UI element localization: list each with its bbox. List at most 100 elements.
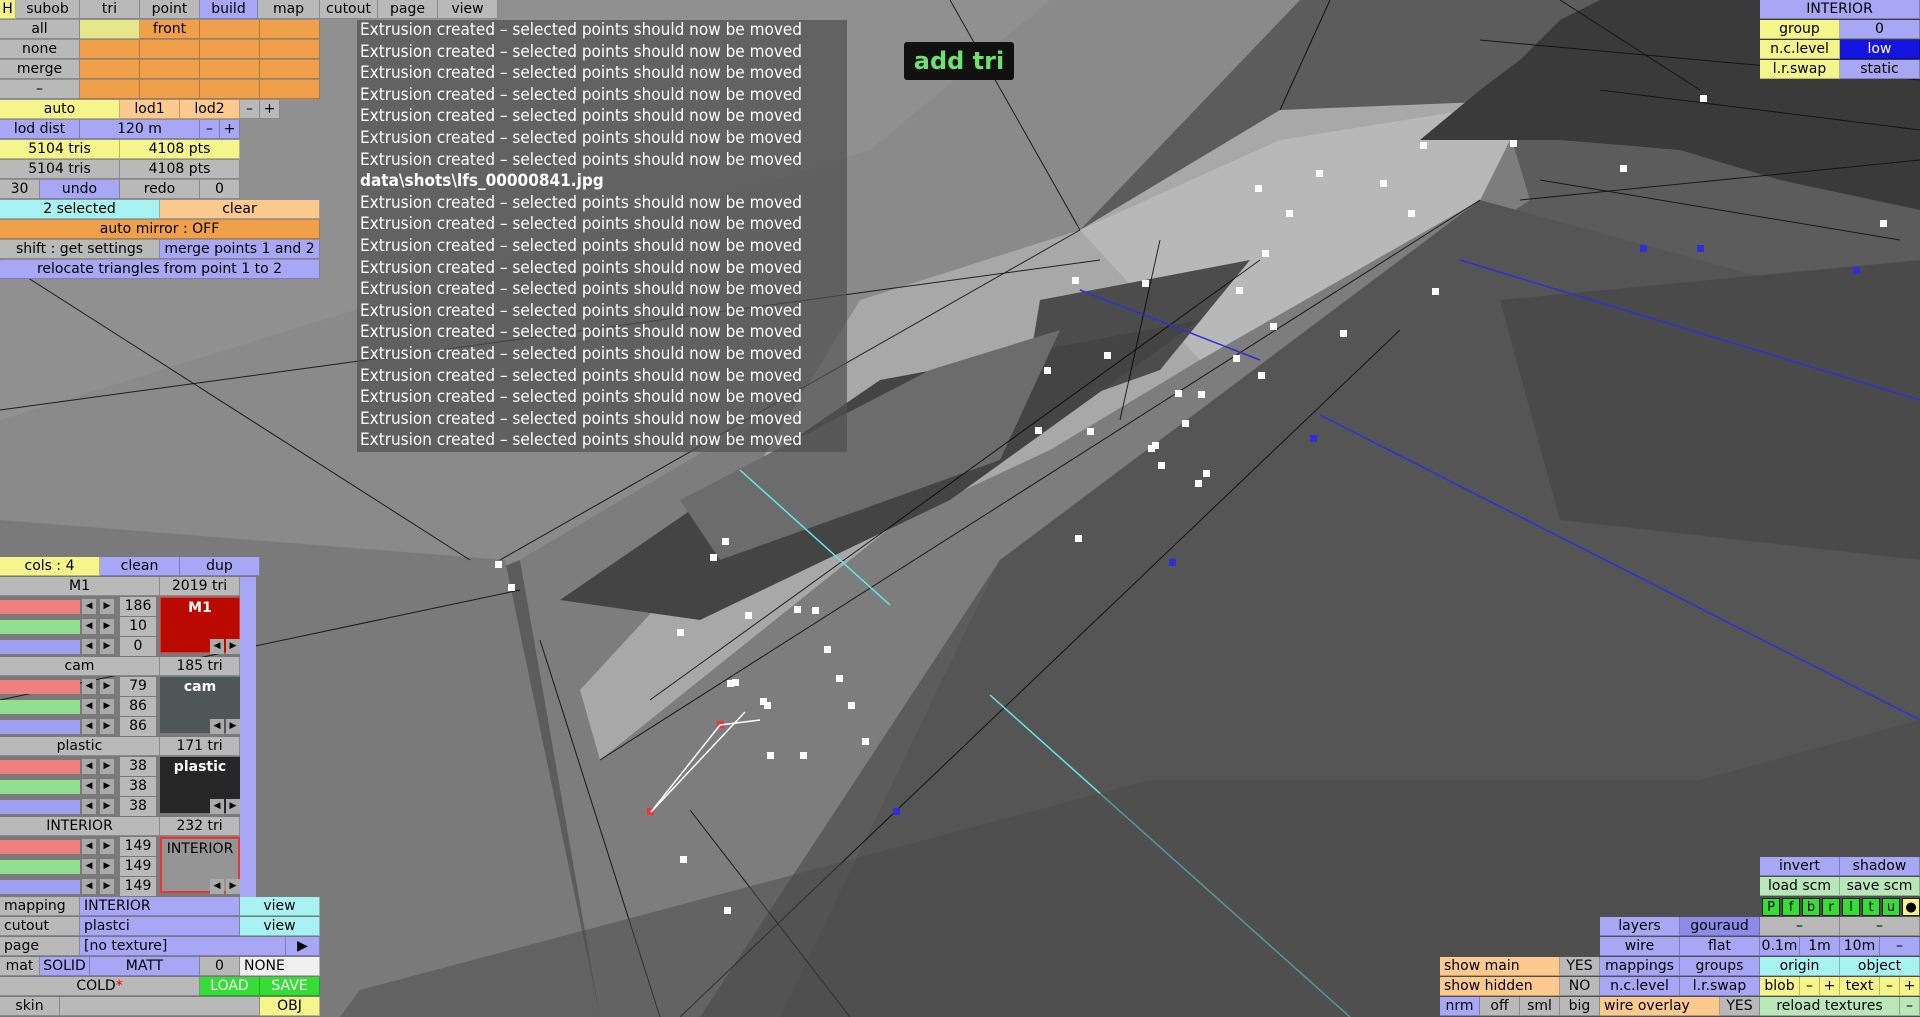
layers-button[interactable]: layers [1600, 917, 1680, 936]
load-scm-button[interactable]: load scm [1760, 877, 1840, 896]
arrow-right-icon[interactable]: ▶ [100, 639, 114, 654]
select-all-button[interactable]: all [0, 20, 80, 39]
show-main-toggle[interactable]: YES [1560, 957, 1600, 976]
arrow-left-icon[interactable]: ◀ [82, 879, 96, 894]
arrow-left-icon[interactable]: ◀ [210, 879, 224, 894]
view-pill-5[interactable]: t [1862, 898, 1880, 916]
view-pill-0[interactable]: P [1762, 898, 1780, 916]
arrow-right-icon[interactable]: ▶ [100, 799, 114, 814]
show-hidden-toggle[interactable]: NO [1560, 977, 1600, 996]
blob-minus-button[interactable]: – [1800, 977, 1820, 996]
redo-button[interactable]: redo [120, 180, 200, 199]
color-b-slider[interactable] [0, 640, 80, 654]
arrow-left-icon[interactable]: ◀ [210, 799, 224, 814]
undo-button[interactable]: undo [40, 180, 120, 199]
view-grid-cell[interactable] [200, 40, 260, 59]
menu-view[interactable]: view [438, 0, 498, 19]
arrow-right-icon[interactable]: ▶ [100, 699, 114, 714]
arrow-left-icon[interactable]: ◀ [82, 759, 96, 774]
lod-minus-button[interactable]: – [240, 100, 260, 119]
nclevel-value[interactable]: low [1840, 40, 1920, 59]
arrow-left-icon[interactable]: ◀ [82, 639, 96, 654]
color-b-slider[interactable] [0, 800, 80, 814]
wire-overlay-toggle[interactable]: YES [1720, 997, 1760, 1016]
color-g-slider[interactable] [0, 780, 80, 794]
arrow-right-icon[interactable]: ▶ [100, 719, 114, 734]
arrow-left-icon[interactable]: ◀ [82, 679, 96, 694]
gouraud-button[interactable]: gouraud [1680, 917, 1760, 936]
materials-scrollbar[interactable] [240, 577, 256, 897]
view-grid-cell[interactable] [80, 60, 140, 79]
lrswap-button[interactable]: l.r.swap [1680, 977, 1760, 996]
view-grid-cell[interactable] [260, 60, 320, 79]
save-button[interactable]: SAVE [260, 977, 320, 996]
arrow-right-icon[interactable]: ▶ [100, 759, 114, 774]
view-grid-cell[interactable] [80, 20, 140, 39]
view-pill-6[interactable]: u [1882, 898, 1900, 916]
origin-button[interactable]: origin [1760, 957, 1840, 976]
3d-viewport[interactable] [0, 0, 1920, 1017]
arrow-right-icon[interactable]: ▶ [100, 619, 114, 634]
view-pill-2[interactable]: b [1802, 898, 1820, 916]
arrow-left-icon[interactable]: ◀ [82, 599, 96, 614]
arrow-right-icon[interactable]: ▶ [226, 799, 240, 814]
mat-solid-button[interactable]: SOLID [40, 957, 90, 976]
sml-button[interactable]: sml [1520, 997, 1560, 1016]
group-value[interactable]: 0 [1840, 20, 1920, 39]
view-pill-4[interactable]: l [1842, 898, 1860, 916]
nclevel-button[interactable]: n.c.level [1600, 977, 1680, 996]
view-grid-cell[interactable] [260, 40, 320, 59]
grid-1m-button[interactable]: 1m [1800, 937, 1840, 956]
obj-button[interactable]: OBJ [260, 997, 320, 1016]
clean-button[interactable]: clean [100, 557, 180, 576]
color-g-slider[interactable] [0, 700, 80, 714]
arrow-right-icon[interactable]: ▶ [226, 639, 240, 654]
select-none-button[interactable]: none [0, 40, 80, 59]
wire-button[interactable]: wire [1600, 937, 1680, 956]
save-scm-button[interactable]: save scm [1840, 877, 1920, 896]
object-button[interactable]: object [1840, 957, 1920, 976]
front-view-button[interactable]: front [140, 20, 200, 39]
view-grid-cell[interactable] [80, 80, 140, 99]
lod1-button[interactable]: lod1 [120, 100, 180, 119]
big-button[interactable]: big [1560, 997, 1600, 1016]
off-button[interactable]: off [1480, 997, 1520, 1016]
cutout-value[interactable]: plastci [80, 917, 240, 936]
cutout-view-button[interactable]: view [240, 917, 320, 936]
lod2-button[interactable]: lod2 [180, 100, 240, 119]
menu-map[interactable]: map [258, 0, 320, 19]
relocate-triangles-button[interactable]: relocate triangles from point 1 to 2 [0, 260, 320, 279]
mapping-value[interactable]: INTERIOR [80, 897, 240, 916]
dash-button[interactable]: – [1760, 917, 1840, 936]
view-grid-cell[interactable] [260, 20, 320, 39]
clear-selection-button[interactable]: clear [160, 200, 320, 219]
arrow-right-icon[interactable]: ▶ [100, 679, 114, 694]
menu-build[interactable]: build [200, 0, 258, 19]
blob-button[interactable]: blob [1760, 977, 1800, 996]
view-grid-cell[interactable] [200, 20, 260, 39]
grid-10m-button[interactable]: 10m [1840, 937, 1880, 956]
color-r-slider[interactable] [0, 760, 80, 774]
lod-dist-minus-button[interactable]: – [200, 120, 220, 139]
color-r-slider[interactable] [0, 840, 80, 854]
cold-button[interactable]: COLD* [0, 977, 200, 996]
view-grid-cell[interactable] [80, 40, 140, 59]
color-r-slider[interactable] [0, 600, 80, 614]
view-grid-cell[interactable] [200, 80, 260, 99]
color-b-slider[interactable] [0, 880, 80, 894]
arrow-left-icon[interactable]: ◀ [82, 779, 96, 794]
shift-get-settings-button[interactable]: shift : get settings [0, 240, 160, 259]
auto-mirror-toggle[interactable]: auto mirror : OFF [0, 220, 320, 239]
select-merge-button[interactable]: merge [0, 60, 80, 79]
mappings-button[interactable]: mappings [1600, 957, 1680, 976]
shadow-button[interactable]: shadow [1840, 857, 1920, 876]
arrow-right-icon[interactable]: ▶ [100, 779, 114, 794]
dup-button[interactable]: dup [180, 557, 260, 576]
color-b-slider[interactable] [0, 720, 80, 734]
arrow-left-icon[interactable]: ◀ [82, 719, 96, 734]
view-pill-1[interactable]: f [1782, 898, 1800, 916]
arrow-right-icon[interactable]: ▶ [226, 719, 240, 734]
text-plus-button[interactable]: + [1900, 977, 1920, 996]
arrow-right-icon[interactable]: ▶ [100, 859, 114, 874]
view-pill-3[interactable]: r [1822, 898, 1840, 916]
